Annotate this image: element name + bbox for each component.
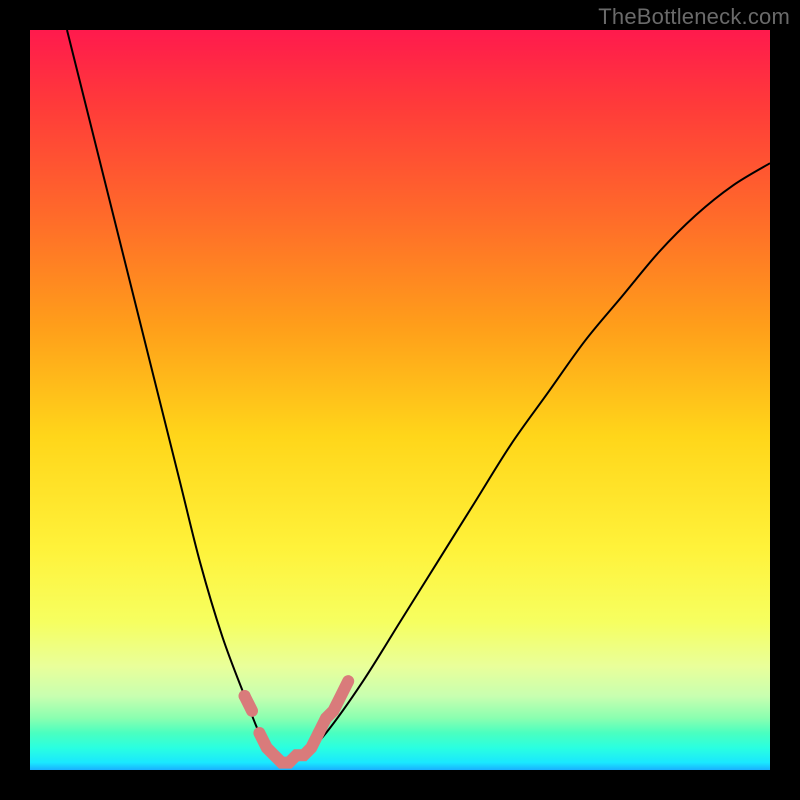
accent-trough [259,733,318,763]
bottleneck-curve [67,30,770,763]
accent-dot [239,690,251,702]
accent-right-rise [319,681,349,733]
chart-svg [30,30,770,770]
watermark-text: TheBottleneck.com [598,4,790,30]
